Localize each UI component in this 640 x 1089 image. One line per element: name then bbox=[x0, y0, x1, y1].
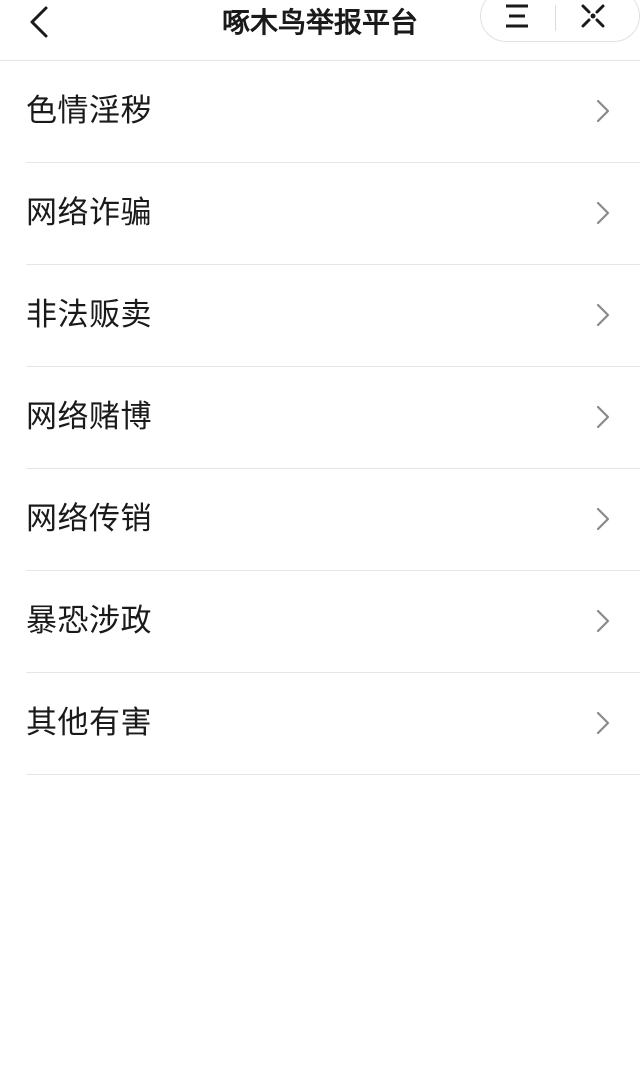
report-category-list: 色情淫秽 网络诈骗 非法贩卖 网络赌博 网络传销 暴恐涉政 其他有害 bbox=[0, 61, 640, 775]
chevron-left-icon bbox=[30, 6, 48, 38]
list-item-illegal-trade[interactable]: 非法贩卖 bbox=[26, 265, 640, 367]
chevron-right-icon bbox=[596, 609, 610, 633]
menu-button[interactable] bbox=[489, 1, 545, 35]
navigation-bar: 啄木鸟举报平台 bbox=[0, 0, 640, 61]
list-item-label: 色情淫秽 bbox=[26, 93, 152, 129]
mini-program-capsule bbox=[480, 0, 640, 42]
back-button[interactable] bbox=[22, 2, 58, 42]
list-item-label: 其他有害 bbox=[26, 705, 152, 741]
chevron-right-icon bbox=[596, 711, 610, 735]
list-item-other-harmful[interactable]: 其他有害 bbox=[26, 673, 640, 775]
list-item-label: 网络传销 bbox=[26, 501, 152, 537]
list-item-online-gambling[interactable]: 网络赌博 bbox=[26, 367, 640, 469]
list-item-label: 暴恐涉政 bbox=[26, 603, 152, 639]
capsule-divider bbox=[555, 5, 556, 31]
close-icon bbox=[581, 4, 605, 28]
list-item-pornography[interactable]: 色情淫秽 bbox=[26, 61, 640, 163]
list-item-pyramid-scheme[interactable]: 网络传销 bbox=[26, 469, 640, 571]
chevron-right-icon bbox=[596, 99, 610, 123]
chevron-right-icon bbox=[596, 201, 610, 225]
list-item-online-fraud[interactable]: 网络诈骗 bbox=[26, 163, 640, 265]
close-button[interactable] bbox=[565, 1, 621, 35]
menu-lines-icon bbox=[506, 4, 528, 28]
list-item-terrorism-politics[interactable]: 暴恐涉政 bbox=[26, 571, 640, 673]
chevron-right-icon bbox=[596, 303, 610, 327]
list-item-label: 非法贩卖 bbox=[26, 297, 152, 333]
chevron-right-icon bbox=[596, 405, 610, 429]
chevron-right-icon bbox=[596, 507, 610, 531]
list-item-label: 网络赌博 bbox=[26, 399, 152, 435]
list-item-label: 网络诈骗 bbox=[26, 195, 152, 231]
